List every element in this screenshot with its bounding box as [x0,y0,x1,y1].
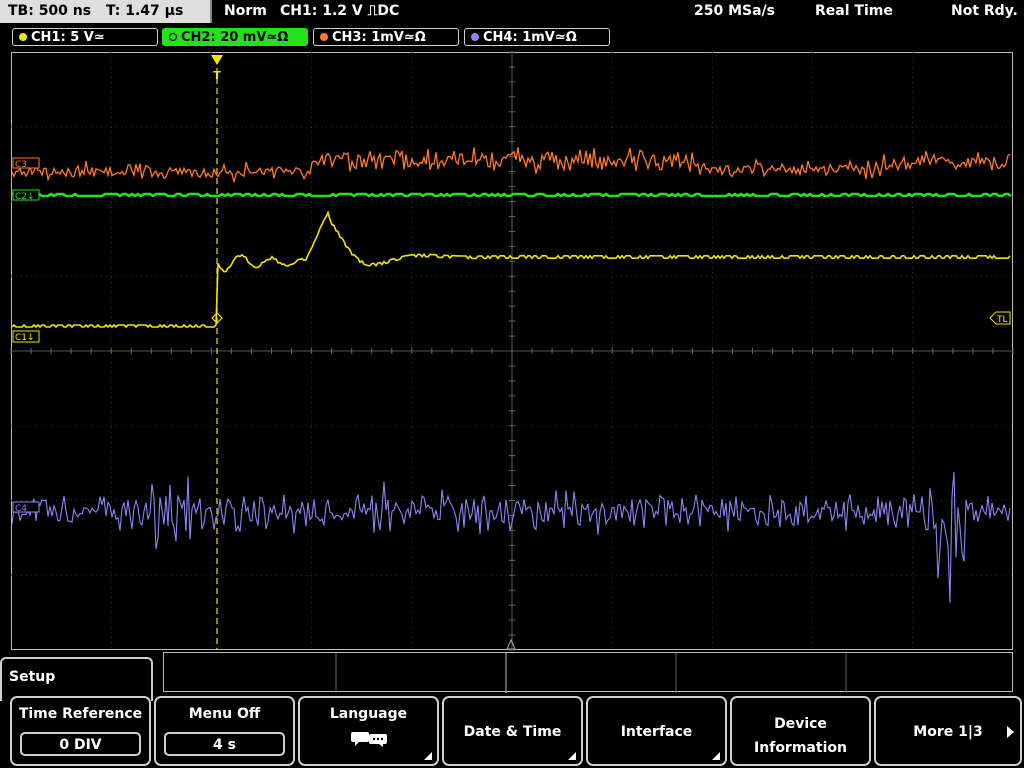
device-information-line1: Device [774,716,827,732]
ch2-marker-label: C2↓ [15,192,35,202]
time-reference-value[interactable]: 0 DIV [20,732,141,756]
submenu-corner-icon [568,752,576,760]
menu-title-tab: Setup [0,657,153,701]
menu-title: Setup [9,669,56,685]
interface-softkey[interactable]: Interface [586,696,727,766]
device-information-line2: Information [754,740,847,756]
submenu-corner-icon [424,752,432,760]
submenu-corner-icon [712,752,720,760]
device-information-label: Device Information [732,712,869,760]
graticule [10,51,1014,651]
ch4-marker-label: C4 [15,504,27,514]
date-time-softkey[interactable]: Date & Time [442,696,583,766]
ch3-waveform [11,147,1011,183]
more-softkey[interactable]: More 1|3 [874,696,1022,766]
waveform-canvas: T C1↓ C2↓ C3 C4 TL [10,51,1014,651]
horizontal-position-icon [506,638,516,650]
trigger-level-label: TL [996,315,1008,325]
trigger-position-marker-icon[interactable] [211,55,223,65]
ch1-marker-label: C1↓ [15,333,35,343]
more-label: More 1|3 [913,724,983,740]
trigger-point-label: T [213,69,221,82]
ch3-marker-label: C3 [15,160,27,170]
time-reference-label: Time Reference [18,706,143,722]
speech-bubbles-icon [350,732,387,747]
date-time-label: Date & Time [463,724,562,740]
time-reference-softkey[interactable]: Time Reference 0 DIV [10,696,151,766]
menu-off-label: Menu Off [188,706,261,722]
menu-off-softkey[interactable]: Menu Off 4 s [154,696,295,766]
interface-label: Interface [620,724,693,740]
next-page-arrow-icon [1007,726,1014,738]
menu-off-value[interactable]: 4 s [164,732,285,756]
overview-strip [163,652,1013,693]
ch1-waveform [11,210,1011,329]
language-softkey[interactable]: Language [298,696,439,766]
ch2-waveform [12,192,1012,198]
device-information-softkey[interactable]: Device Information [730,696,871,766]
ch4-waveform [11,472,1011,604]
language-label: Language [329,706,408,722]
